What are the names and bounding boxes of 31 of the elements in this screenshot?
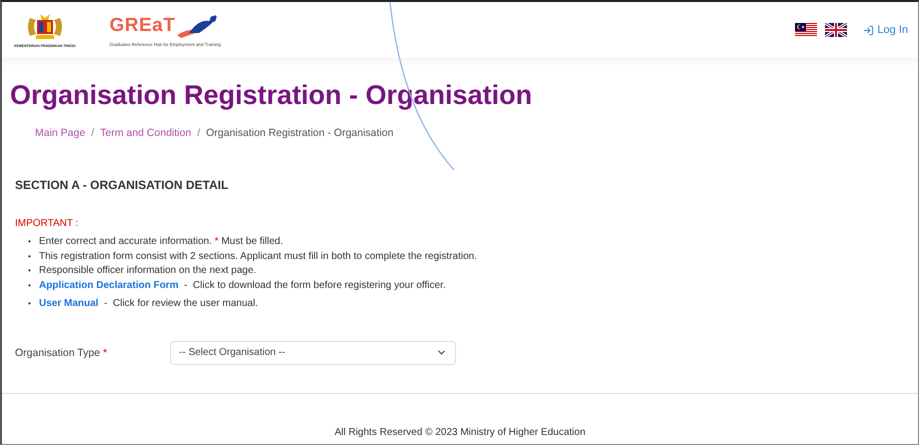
section-title: SECTION A - ORGANISATION DETAIL [15, 178, 230, 192]
document-link[interactable]: Application Declaration Form [39, 280, 178, 290]
note-text: Responsible officer information on the next page. [39, 265, 256, 276]
breadcrumb-separator: / [197, 127, 200, 139]
note-text: - Click to download the form before registering your officer. [183, 280, 446, 290]
required-mark: * [102, 346, 108, 358]
bullet: • [28, 250, 32, 262]
footer-text: All Rights Reserved © 2023 Ministry of Higher Education [334, 427, 586, 438]
bullet: • [28, 265, 32, 277]
bullet: • [28, 236, 32, 248]
malaysia-flag-icon[interactable] [795, 23, 818, 37]
uk-flag-icon[interactable] [825, 23, 848, 37]
bullet: • [28, 280, 32, 292]
breadcrumb-separator: / [91, 127, 94, 139]
note-text: Must be filled. [220, 236, 284, 247]
note-text: This registration form consist with 2 sections. Applicant must fill in both to complete the registration. [39, 250, 477, 262]
bullet: • [28, 298, 32, 310]
page-title: Organisation Registration - Organisation [10, 80, 534, 111]
field-label: Organisation Type [15, 346, 100, 358]
login-icon [863, 24, 874, 36]
breadcrumb-link[interactable]: Term and Condition [100, 127, 192, 139]
organisation-type-select[interactable]: -- Select Organisation -- [170, 340, 456, 364]
document-link[interactable]: User Manual [39, 298, 98, 309]
note-text: Enter correct and accurate information. [39, 236, 213, 247]
current-page-label: Organisation Registration - Organisation [206, 127, 394, 139]
login-link[interactable]: Log In [863, 24, 908, 36]
brand-name: GREaT [109, 15, 176, 37]
required-mark: * [214, 236, 219, 247]
important-label: IMPORTANT : [15, 218, 80, 229]
note-text: - Click for review the user manual. [103, 298, 258, 309]
breadcrumb-link[interactable]: Main Page [35, 127, 86, 139]
